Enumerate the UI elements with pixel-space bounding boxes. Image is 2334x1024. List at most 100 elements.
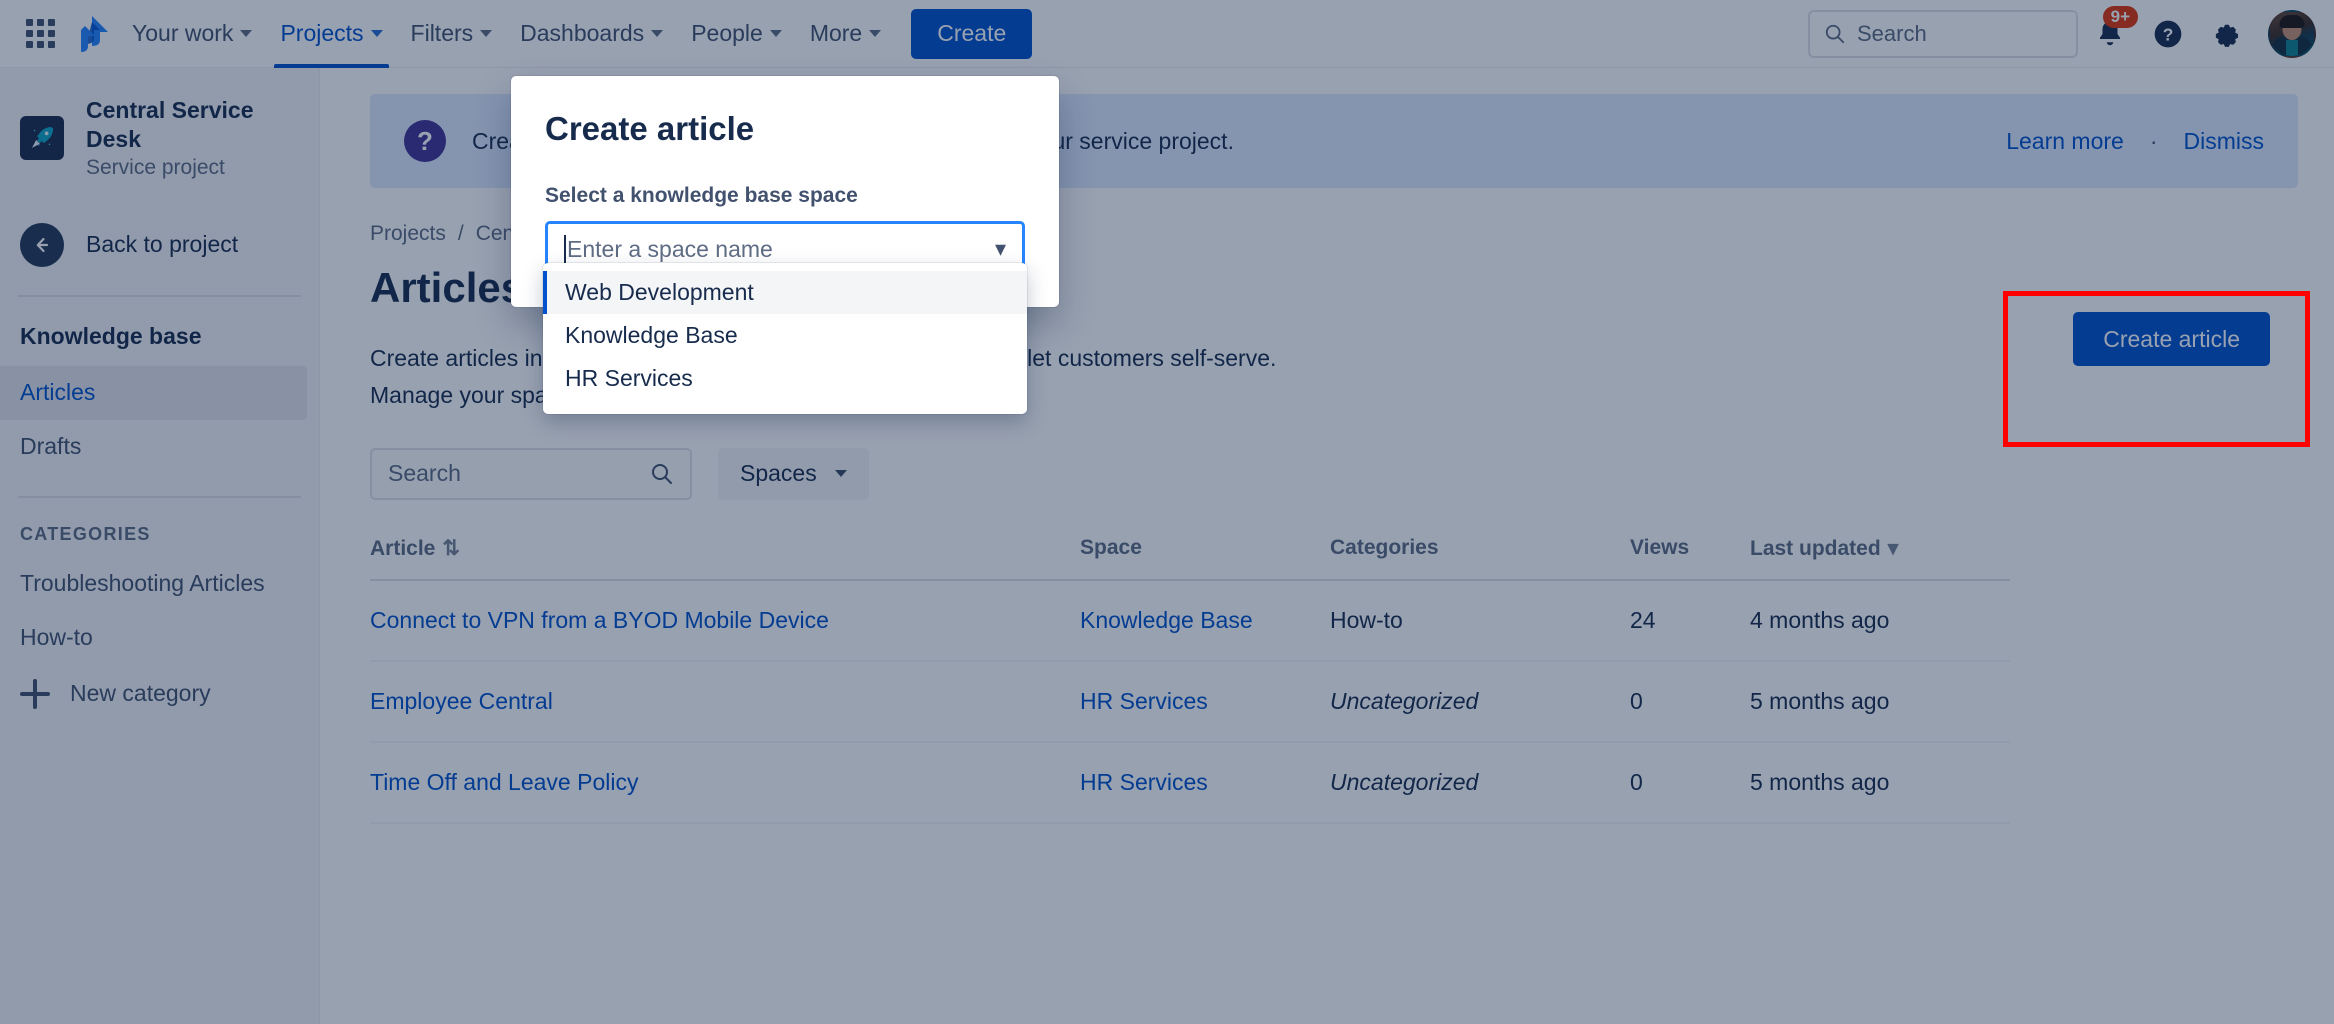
back-to-project-link[interactable]: Back to project [0, 217, 319, 273]
nav-label: More [810, 20, 862, 47]
help-question-icon: ? [404, 120, 446, 162]
sidebar-item-label: Articles [20, 379, 95, 406]
option-label: Web Development [565, 279, 754, 306]
sidebar-categories-heading: CATEGORIES [0, 498, 319, 557]
space-link[interactable]: Knowledge Base [1080, 607, 1253, 633]
top-navigation-bar: Your work Projects Filters Dashboards Pe… [0, 0, 2334, 68]
cell-categories: Uncategorized [1330, 742, 1630, 823]
nav-label: People [691, 20, 763, 47]
table-row: Employee Central HR Services Uncategoriz… [370, 661, 2010, 742]
cell-article: Employee Central [370, 661, 1080, 742]
column-label: Last updated [1750, 537, 1881, 560]
sidebar-item-label: Drafts [20, 433, 81, 460]
nav-item-filters[interactable]: Filters [397, 0, 507, 68]
article-search-input[interactable]: Search [370, 448, 692, 500]
sidebar-item-drafts[interactable]: Drafts [0, 420, 307, 474]
cell-space: Knowledge Base [1080, 580, 1330, 661]
table-header-row: Article ⇅ Space Categories Views Last upd… [370, 536, 2010, 580]
nav-label: Filters [411, 20, 474, 47]
sidebar-category-how-to[interactable]: How-to [0, 611, 307, 665]
global-search-placeholder: Search [1857, 21, 1927, 47]
project-sidebar: Central Service Desk Service project Bac… [0, 68, 320, 1024]
column-header-space[interactable]: Space [1080, 536, 1330, 580]
project-name: Central Service Desk [86, 96, 299, 154]
cell-last-updated: 5 months ago [1750, 742, 2010, 823]
article-search-placeholder: Search [388, 460, 650, 487]
user-avatar[interactable] [2268, 10, 2316, 58]
nav-label: Projects [280, 20, 363, 47]
cell-views: 0 [1630, 742, 1750, 823]
nav-item-more[interactable]: More [796, 0, 895, 68]
chevron-down-icon [371, 30, 383, 37]
cell-last-updated: 5 months ago [1750, 661, 2010, 742]
chevron-down-icon[interactable]: ▾ [995, 236, 1006, 262]
article-link[interactable]: Time Off and Leave Policy [370, 769, 638, 795]
cell-categories: Uncategorized [1330, 661, 1630, 742]
nav-label: Dashboards [520, 20, 644, 47]
cell-last-updated: 4 months ago [1750, 580, 2010, 661]
back-to-project-label: Back to project [86, 231, 238, 258]
banner-learn-more-link[interactable]: Learn more [2006, 128, 2124, 155]
create-article-button[interactable]: Create article [2073, 312, 2270, 366]
banner-dismiss-link[interactable]: Dismiss [2184, 128, 2265, 155]
space-link[interactable]: HR Services [1080, 769, 1208, 795]
global-create-button[interactable]: Create [911, 9, 1032, 59]
search-icon [650, 462, 674, 486]
article-link[interactable]: Connect to VPN from a BYOD Mobile Device [370, 607, 829, 633]
help-question-icon: ? [2152, 18, 2184, 50]
jira-logo-icon[interactable] [66, 12, 118, 56]
column-label: Article [370, 537, 435, 560]
chevron-down-icon [770, 30, 782, 37]
chevron-down-icon [869, 30, 881, 37]
chevron-down-icon [651, 30, 663, 37]
svg-text:?: ? [2163, 24, 2174, 44]
sidebar-item-label: How-to [20, 624, 93, 651]
table-row: Time Off and Leave Policy HR Services Un… [370, 742, 2010, 823]
nav-item-your-work[interactable]: Your work [118, 0, 266, 68]
nav-item-people[interactable]: People [677, 0, 796, 68]
space-option-web-development[interactable]: Web Development [543, 271, 1027, 314]
option-label: HR Services [565, 365, 693, 392]
column-header-categories[interactable]: Categories [1330, 536, 1630, 580]
sidebar-category-troubleshooting-articles[interactable]: Troubleshooting Articles [0, 557, 307, 611]
sort-icon: ⇅ [442, 536, 460, 561]
option-label: Knowledge Base [565, 322, 738, 349]
table-row: Connect to VPN from a BYOD Mobile Device… [370, 580, 2010, 661]
sidebar-section-title: Knowledge base [0, 297, 319, 366]
space-option-knowledge-base[interactable]: Knowledge Base [543, 314, 1027, 357]
articles-table: Article ⇅ Space Categories Views Last upd… [370, 536, 2010, 824]
nav-item-dashboards[interactable]: Dashboards [506, 0, 677, 68]
arrow-left-icon [20, 223, 64, 267]
search-icon [1824, 23, 1846, 45]
filter-toolbar: Search Spaces [370, 448, 2334, 500]
sidebar-item-articles[interactable]: Articles [0, 366, 307, 420]
rocket-icon [20, 116, 64, 160]
cell-article: Time Off and Leave Policy [370, 742, 1080, 823]
app-switcher-button[interactable] [18, 12, 62, 56]
chevron-down-icon [835, 470, 847, 477]
global-search-input[interactable]: Search [1808, 10, 2078, 58]
cell-categories: How-to [1330, 580, 1630, 661]
nav-label: Your work [132, 20, 233, 47]
breadcrumb-separator: / [458, 222, 464, 246]
project-header[interactable]: Central Service Desk Service project [0, 96, 319, 181]
space-field-label: Select a knowledge base space [545, 184, 1025, 208]
article-link[interactable]: Employee Central [370, 688, 553, 714]
notifications-button[interactable]: 9+ [2084, 8, 2136, 60]
column-header-last-updated[interactable]: Last updated▾ [1750, 536, 2010, 580]
space-link[interactable]: HR Services [1080, 688, 1208, 714]
text-cursor [564, 235, 566, 264]
new-category-button[interactable]: New category [0, 665, 319, 723]
spaces-filter-button[interactable]: Spaces [718, 448, 869, 500]
chevron-down-icon [480, 30, 492, 37]
settings-button[interactable] [2200, 8, 2252, 60]
column-header-article[interactable]: Article ⇅ [370, 536, 1080, 580]
nav-item-projects[interactable]: Projects [266, 0, 396, 68]
cell-space: HR Services [1080, 661, 1330, 742]
app-root: Your work Projects Filters Dashboards Pe… [0, 0, 2334, 1024]
notification-badge: 9+ [2103, 6, 2138, 29]
breadcrumb-projects[interactable]: Projects [370, 222, 446, 246]
column-header-views[interactable]: Views [1630, 536, 1750, 580]
space-option-hr-services[interactable]: HR Services [543, 357, 1027, 400]
help-button[interactable]: ? [2142, 8, 2194, 60]
